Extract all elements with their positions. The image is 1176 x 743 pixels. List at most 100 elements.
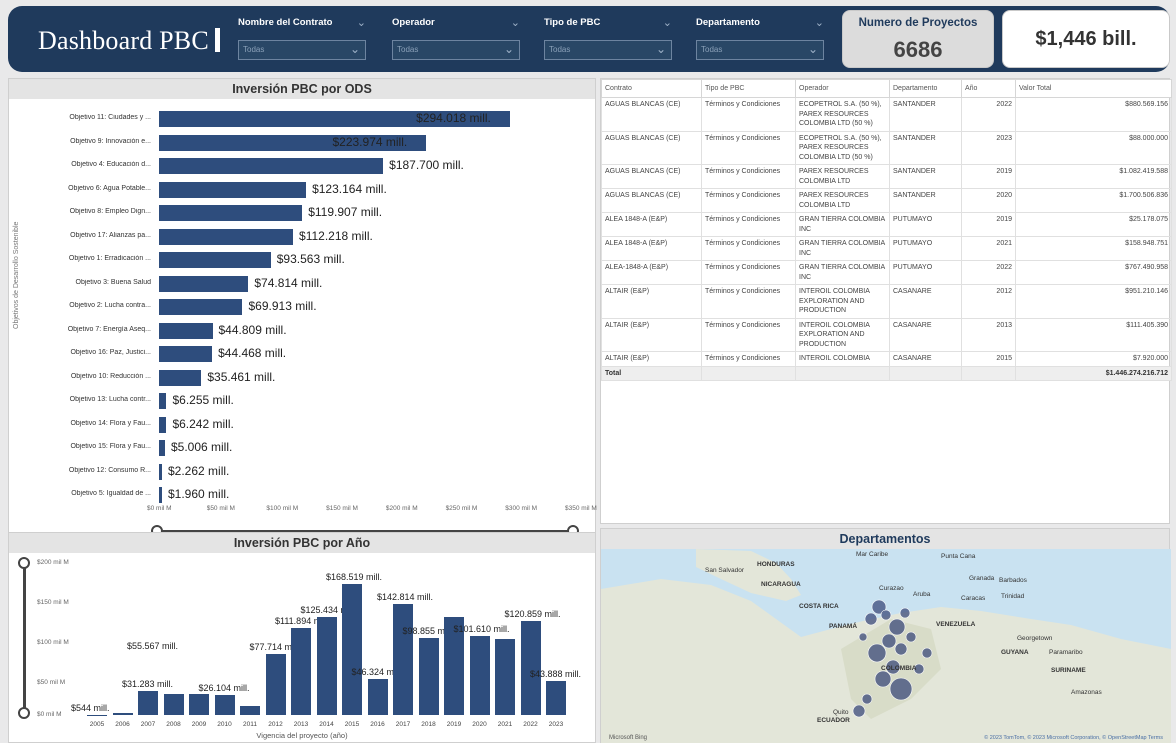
bar[interactable] (495, 638, 515, 715)
bar[interactable] (159, 393, 167, 409)
filter-nombre-contrato[interactable]: Nombre del Contrato ⌄ Todas ⌄ (230, 14, 372, 66)
bar[interactable] (87, 714, 107, 716)
bar[interactable] (159, 275, 249, 292)
table-row[interactable]: AGUAS BLANCAS (CE) Términos y Condiciones… (601, 97, 1172, 132)
data-label: $55.567 mill. (127, 641, 179, 651)
header-bar: Dashboard PBC Nombre del Contrato ⌄ Toda… (8, 6, 1170, 72)
map-point[interactable] (881, 633, 897, 649)
x-tick: $100 mil M (266, 505, 299, 512)
map-point[interactable] (858, 632, 868, 642)
filter-value: Todas (701, 45, 723, 54)
column-header[interactable]: Contrato (601, 79, 702, 98)
map-point[interactable] (874, 670, 892, 688)
table-cell: Términos y Condiciones (701, 351, 796, 367)
bar[interactable] (159, 205, 303, 221)
bar[interactable] (469, 635, 490, 715)
table-row[interactable]: ALEA 1848-A (E&P) Términos y Condiciones G… (601, 236, 1172, 261)
table-cell: AGUAS BLANCAS (CE) (601, 130, 702, 165)
table-cell: PUTUMAYO (889, 212, 962, 237)
table-cell: PAREX RESOURCES COLOMBIA LTD (795, 164, 890, 189)
table-row[interactable]: ALTAIR (E&P) Términos y Condiciones INTERO… (601, 284, 1172, 319)
bar[interactable] (159, 346, 213, 362)
bar[interactable] (159, 487, 162, 503)
bar[interactable] (214, 694, 235, 715)
column-header[interactable]: Operador (795, 79, 890, 98)
bar[interactable] (159, 252, 271, 268)
chevron-down-icon[interactable]: ⌄ (511, 16, 520, 29)
chevron-down-icon[interactable]: ⌄ (815, 16, 824, 29)
bar[interactable] (240, 706, 260, 715)
bar[interactable] (393, 603, 413, 715)
filter-select-operador[interactable]: Todas ⌄ (392, 40, 520, 60)
bar[interactable] (159, 416, 167, 433)
chevron-down-icon[interactable]: ⌄ (350, 42, 360, 56)
chevron-down-icon[interactable]: ⌄ (504, 42, 514, 56)
map-point[interactable] (861, 693, 873, 705)
column-header[interactable]: Año (961, 79, 1016, 98)
map-label: Curazao (879, 585, 904, 592)
chart-inversion-por-anio: Inversión PBC por Año $200 mil M $150 mi… (8, 532, 596, 743)
map-point[interactable] (888, 618, 906, 636)
table-row[interactable]: ALEA-1848-A (E&P) Términos y Condiciones G… (601, 260, 1172, 285)
bar[interactable] (159, 369, 202, 386)
bar[interactable] (163, 693, 184, 715)
table-cell: ECOPETROL S.A. (50 %), PAREX RESOURCES C… (795, 130, 890, 165)
filter-departamento[interactable]: Departamento ⌄ Todas ⌄ (688, 14, 830, 66)
map-attribution[interactable]: © 2023 TomTom, © 2023 Microsoft Corporat… (984, 735, 1163, 741)
range-slider-handle-top[interactable] (18, 557, 30, 569)
column-header[interactable]: Tipo de PBC (701, 79, 796, 98)
column-header[interactable]: Valor Total (1015, 79, 1172, 98)
bar[interactable] (159, 440, 165, 456)
bar[interactable] (418, 637, 439, 715)
data-label: $35.461 mill. (207, 369, 276, 384)
column-header[interactable]: Departamento (889, 79, 962, 98)
filter-tipo-pbc[interactable]: Tipo de PBC ⌄ Todas ⌄ (536, 14, 678, 66)
bar[interactable] (546, 680, 566, 715)
map-point[interactable] (852, 704, 866, 718)
bar[interactable] (265, 654, 286, 715)
range-slider-handle-bottom[interactable] (18, 707, 30, 719)
range-slider-track[interactable] (23, 563, 26, 713)
map-label: NICARAGUA (761, 581, 801, 588)
bar[interactable] (342, 583, 362, 715)
table-row[interactable]: AGUAS BLANCAS (CE) Términos y Condiciones… (601, 188, 1172, 213)
map-canvas[interactable]: Mar Caribe Punta Cana San Salvador HONDU… (601, 549, 1171, 743)
map-label: HONDURAS (757, 561, 795, 568)
chevron-down-icon[interactable]: ⌄ (663, 16, 672, 29)
map-point[interactable] (889, 677, 913, 701)
bar[interactable] (316, 617, 337, 715)
bar[interactable] (189, 693, 209, 715)
bar[interactable] (159, 463, 162, 480)
table-row[interactable]: ALTAIR (E&P) Términos y Condiciones INTERO… (601, 317, 1172, 352)
bar[interactable] (367, 678, 388, 715)
map-point[interactable] (894, 642, 908, 656)
map-point[interactable] (867, 643, 887, 663)
map-point[interactable] (921, 647, 933, 659)
map-point[interactable] (899, 607, 911, 619)
bar[interactable] (159, 181, 307, 198)
chevron-down-icon[interactable]: ⌄ (656, 42, 666, 56)
filter-value: Todas (243, 45, 265, 54)
filter-select-departamento[interactable]: Todas ⌄ (696, 40, 824, 60)
map-point[interactable] (864, 612, 878, 626)
table-row[interactable]: AGUAS BLANCAS (CE) Términos y Condiciones… (601, 164, 1172, 189)
bar[interactable] (112, 712, 133, 715)
category-label: Objetivo 8: Empleo Dign... (69, 208, 151, 215)
table-row[interactable]: AGUAS BLANCAS (CE) Términos y Condiciones… (601, 130, 1172, 165)
chevron-down-icon[interactable]: ⌄ (357, 16, 366, 29)
bar[interactable] (291, 627, 311, 715)
filter-label: Tipo de PBC (544, 17, 601, 28)
bar[interactable] (159, 228, 294, 245)
filter-select-nombre-contrato[interactable]: Todas ⌄ (238, 40, 366, 60)
bar[interactable] (138, 690, 158, 715)
map-point[interactable] (905, 631, 917, 643)
filter-select-tipo-pbc[interactable]: Todas ⌄ (544, 40, 672, 60)
filter-operador[interactable]: Operador ⌄ Todas ⌄ (384, 14, 526, 66)
bar[interactable] (159, 299, 243, 315)
bar[interactable] (159, 322, 213, 339)
chevron-down-icon[interactable]: ⌄ (808, 42, 818, 56)
bar[interactable] (159, 158, 384, 174)
map-point[interactable] (880, 609, 892, 621)
table-row[interactable]: ALTAIR (E&P) Términos y Condiciones INTERO… (601, 351, 1172, 367)
table-row[interactable]: ALEA 1848-A (E&P) Términos y Condiciones G… (601, 212, 1172, 237)
